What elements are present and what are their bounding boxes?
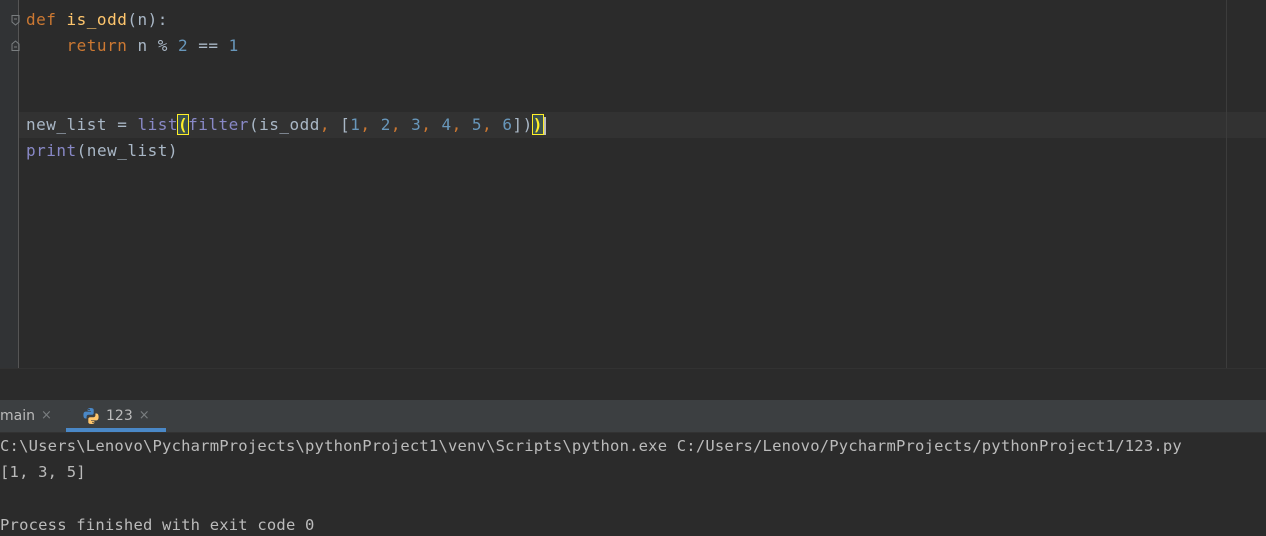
panel-splitter[interactable] bbox=[0, 368, 1266, 401]
text-token: == bbox=[188, 36, 229, 55]
keyword-token: , bbox=[451, 115, 472, 134]
keyword-token: return bbox=[26, 36, 138, 55]
code-line-def[interactable]: def is_odd(n): bbox=[26, 7, 168, 33]
number-token: 5 bbox=[471, 115, 483, 134]
console-exit-message[interactable]: Process finished with exit code 0 bbox=[0, 512, 315, 536]
keyword-token: def bbox=[26, 10, 67, 29]
number-token: 3 bbox=[411, 115, 422, 134]
builtin-token: list bbox=[137, 115, 178, 134]
text-token: (is_odd bbox=[248, 115, 320, 134]
code-line-print[interactable]: print(new_list) bbox=[26, 138, 178, 164]
keyword-token: , bbox=[390, 115, 412, 134]
fold-start-icon[interactable] bbox=[11, 15, 20, 26]
code-line-return[interactable]: return n % 2 == 1 bbox=[26, 33, 239, 59]
text-token: (n): bbox=[127, 10, 168, 29]
text-token: new_list = bbox=[26, 115, 138, 134]
number-token: 2 bbox=[380, 115, 391, 134]
function-name-token: is_odd bbox=[66, 10, 128, 29]
ide-window: def is_odd(n): return n % 2 == 1 new_lis… bbox=[0, 0, 1266, 536]
builtin-token: filter bbox=[188, 115, 249, 134]
number-token: 4 bbox=[441, 115, 452, 134]
text-caret bbox=[543, 116, 546, 135]
code-editor[interactable]: def is_odd(n): return n % 2 == 1 new_lis… bbox=[0, 0, 1266, 368]
close-icon[interactable]: × bbox=[139, 408, 150, 423]
gutter-divider bbox=[18, 0, 19, 368]
editor-gutter[interactable] bbox=[0, 0, 18, 368]
active-tab-indicator bbox=[66, 428, 166, 432]
console-command[interactable]: C:\Users\Lenovo\PycharmProjects\pythonPr… bbox=[0, 433, 1182, 459]
run-tab-bar: main × 123 × bbox=[0, 400, 1266, 433]
matched-brace-token: ) bbox=[531, 114, 544, 135]
keyword-token: , bbox=[482, 115, 503, 134]
right-margin-guide bbox=[1226, 0, 1227, 368]
text-token: [ bbox=[340, 115, 351, 134]
tab-123-label: 123 bbox=[106, 408, 133, 424]
keyword-token: , bbox=[421, 115, 442, 134]
keyword-token: , bbox=[319, 115, 341, 134]
builtin-token: print bbox=[26, 141, 77, 160]
console-output[interactable]: [1, 3, 5] bbox=[0, 459, 86, 485]
text-token: (new_list) bbox=[76, 141, 178, 160]
text-token: n % bbox=[137, 36, 178, 55]
code-line-new-list[interactable]: new_list = list(filter(is_odd, [1, 2, 3,… bbox=[26, 112, 546, 138]
matched-brace-token: ( bbox=[176, 114, 190, 135]
number-token: 6 bbox=[502, 115, 513, 134]
text-token: ]) bbox=[512, 115, 533, 134]
number-token: 2 bbox=[178, 36, 189, 55]
keyword-token: , bbox=[360, 115, 381, 134]
python-icon bbox=[83, 408, 99, 424]
tab-123[interactable]: 123 × bbox=[0, 400, 170, 432]
number-token: 1 bbox=[350, 115, 361, 134]
number-token: 1 bbox=[228, 36, 239, 55]
run-console[interactable]: C:\Users\Lenovo\PycharmProjects\pythonPr… bbox=[0, 433, 1266, 536]
fold-end-icon[interactable] bbox=[11, 40, 20, 51]
